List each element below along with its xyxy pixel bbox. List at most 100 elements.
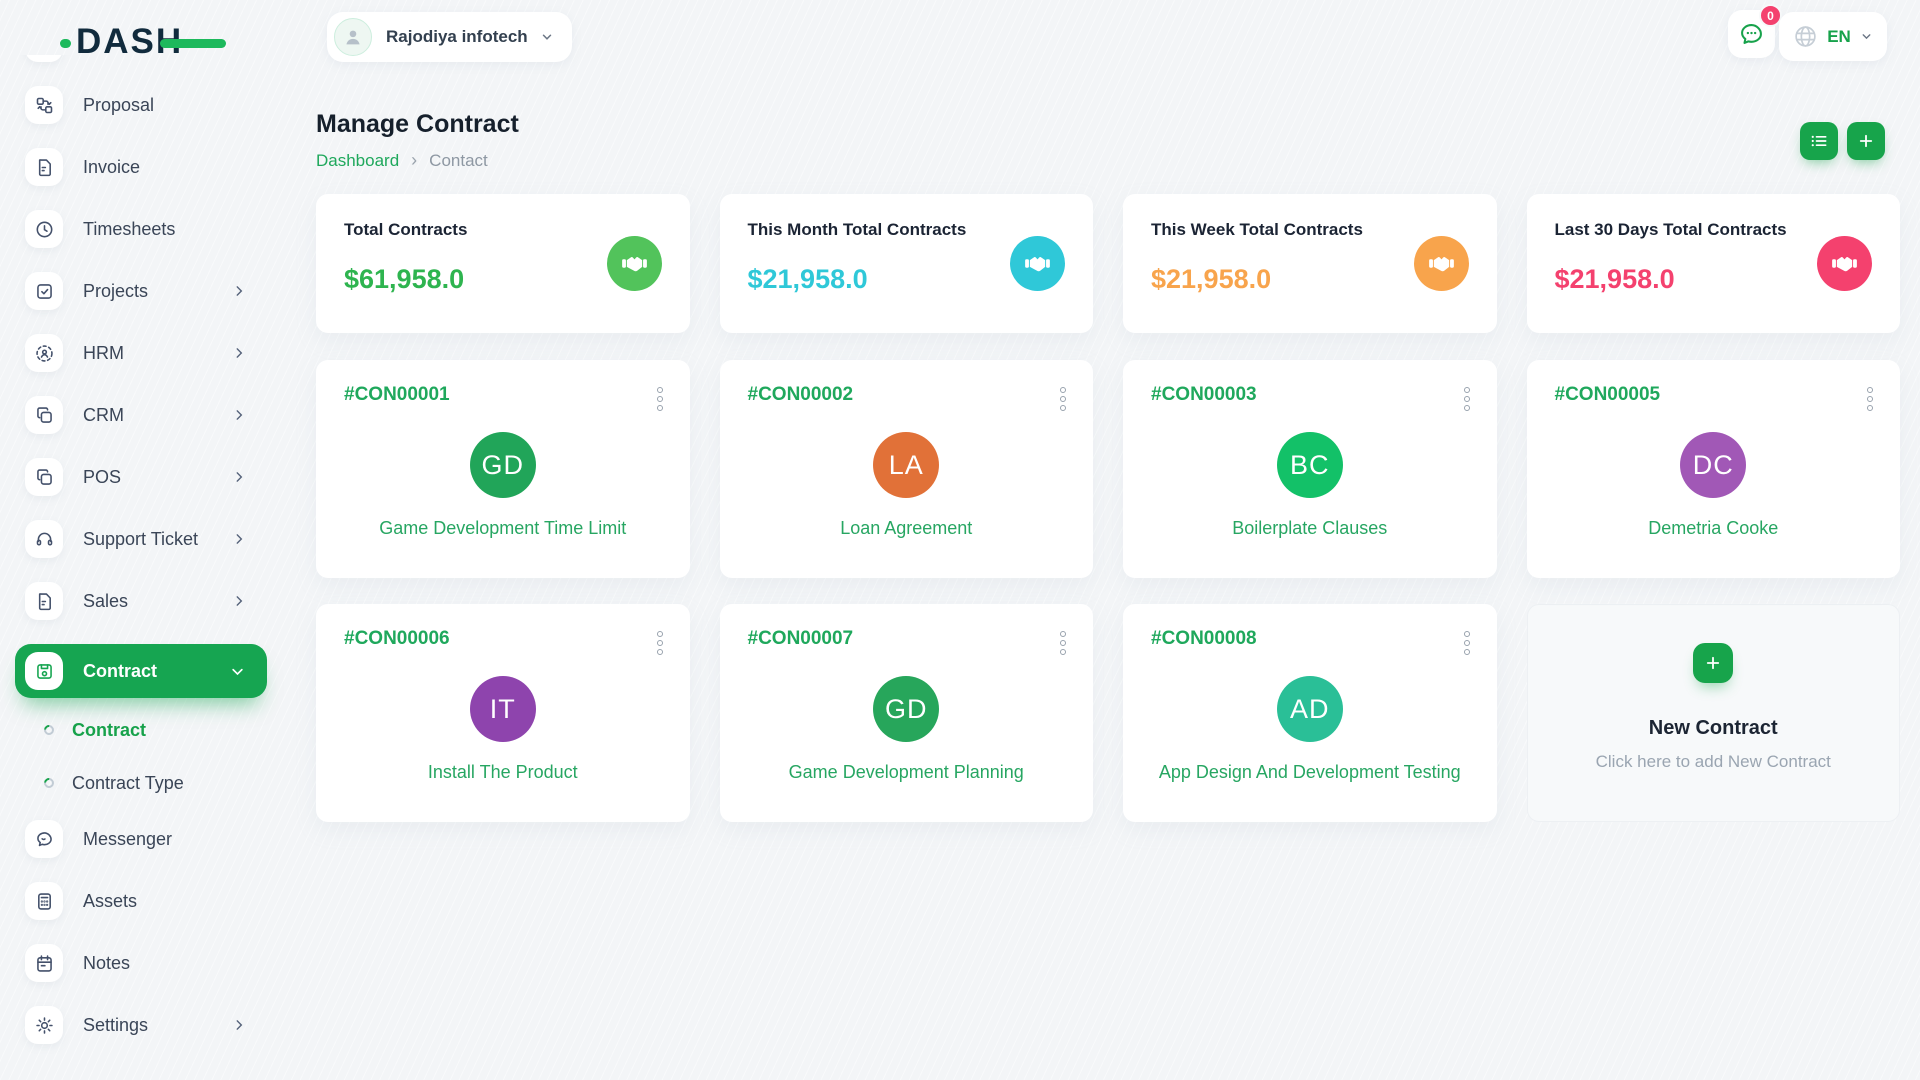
- breadcrumb-dashboard-link[interactable]: Dashboard: [316, 151, 399, 171]
- sidebar-label: POS: [83, 467, 121, 488]
- contract-title-link[interactable]: Game Development Time Limit: [316, 518, 690, 539]
- sidebar-item-settings[interactable]: Settings: [25, 1006, 284, 1044]
- sidebar-item-proposal[interactable]: Proposal: [25, 86, 284, 124]
- contract-code-link[interactable]: #CON00007: [748, 628, 854, 650]
- breadcrumb-current: Contact: [429, 151, 488, 171]
- sidebar-sublabel: Contract Type: [72, 773, 184, 794]
- kebab-menu-icon[interactable]: [1057, 384, 1069, 414]
- sidebar-label: HRM: [83, 343, 124, 364]
- user-scan-icon: [25, 334, 63, 372]
- messenger-button[interactable]: 0: [1728, 10, 1775, 58]
- new-contract-card[interactable]: New Contract Click here to add New Contr…: [1527, 604, 1901, 822]
- avatar: GD: [873, 676, 939, 742]
- handshake-icon: [1817, 236, 1872, 291]
- contract-title-link[interactable]: Boilerplate Clauses: [1123, 518, 1497, 539]
- sidebar-item-support-ticket[interactable]: Support Ticket: [25, 520, 284, 558]
- company-name: Rajodiya infotech: [386, 27, 528, 47]
- kebab-menu-icon[interactable]: [654, 628, 666, 658]
- contract-title-link[interactable]: Loan Agreement: [720, 518, 1094, 539]
- handshake-icon: [1010, 236, 1065, 291]
- avatar: LA: [873, 432, 939, 498]
- sidebar-item-sales[interactable]: Sales: [25, 582, 284, 620]
- contract-title-link[interactable]: Demetria Cooke: [1527, 518, 1901, 539]
- sidebar-item-notes[interactable]: Notes: [25, 944, 284, 982]
- kebab-menu-icon[interactable]: [1461, 384, 1473, 414]
- chevron-right-icon: [232, 470, 246, 484]
- chevron-right-icon: [232, 284, 246, 298]
- handshake-icon: [1414, 236, 1469, 291]
- contract-code-link[interactable]: #CON00002: [748, 384, 854, 406]
- sidebar-subitem-contract[interactable]: Contract: [44, 720, 284, 740]
- page-toolbar: [1800, 122, 1885, 160]
- add-contract-button[interactable]: [1847, 122, 1885, 160]
- contract-card: #CON00003 BC Boilerplate Clauses: [1123, 360, 1497, 578]
- checkbox-icon: [25, 272, 63, 310]
- kebab-menu-icon[interactable]: [1057, 628, 1069, 658]
- chevron-down-icon: [1860, 30, 1873, 43]
- contract-code-link[interactable]: #CON00006: [344, 628, 450, 650]
- sidebar-item-hrm[interactable]: HRM: [25, 334, 284, 372]
- avatar: AD: [1277, 676, 1343, 742]
- sidebar-label: Assets: [83, 891, 137, 912]
- stat-card-week: This Week Total Contracts $21,958.0: [1123, 194, 1497, 333]
- sidebar-item-assets[interactable]: Assets: [25, 882, 284, 920]
- kebab-menu-icon[interactable]: [1461, 628, 1473, 658]
- sidebar-item-messenger[interactable]: Messenger: [25, 820, 284, 858]
- stat-card-30days: Last 30 Days Total Contracts $21,958.0: [1527, 194, 1901, 333]
- language-selector[interactable]: EN: [1779, 12, 1887, 61]
- company-selector[interactable]: Rajodiya infotech: [327, 12, 572, 62]
- chevron-right-icon: [232, 1018, 246, 1032]
- plus-icon: [1857, 132, 1875, 150]
- company-avatar: [334, 18, 372, 56]
- contract-card: #CON00005 DC Demetria Cooke: [1527, 360, 1901, 578]
- contract-title-link[interactable]: Game Development Planning: [720, 762, 1094, 783]
- save-contract-icon: [25, 652, 63, 690]
- sidebar-label: Invoice: [83, 157, 140, 178]
- page-title: Manage Contract: [316, 110, 519, 139]
- sidebar-item-projects[interactable]: Projects: [25, 272, 284, 310]
- contract-code-link[interactable]: #CON00003: [1151, 384, 1257, 406]
- sidebar-label: CRM: [83, 405, 124, 426]
- plus-icon: [1693, 643, 1733, 683]
- sidebar-sublabel: Contract: [72, 720, 146, 741]
- kebab-menu-icon[interactable]: [1864, 384, 1876, 414]
- avatar: BC: [1277, 432, 1343, 498]
- contract-code-link[interactable]: #CON00001: [344, 384, 450, 406]
- sidebar-item-hidden[interactable]: [25, 55, 284, 62]
- contract-code-link[interactable]: #CON00005: [1555, 384, 1661, 406]
- sidebar-item-contract[interactable]: Contract: [15, 644, 267, 698]
- avatar: DC: [1680, 432, 1746, 498]
- contract-title-link[interactable]: App Design And Development Testing: [1123, 762, 1497, 783]
- sidebar-item-pos[interactable]: POS: [25, 458, 284, 496]
- new-contract-title: New Contract: [1649, 717, 1778, 740]
- chat-icon: [25, 820, 63, 858]
- bullet-icon: [42, 776, 56, 790]
- contract-card: #CON00001 GD Game Development Time Limit: [316, 360, 690, 578]
- handshake-icon: [607, 236, 662, 291]
- chevron-right-icon: [232, 408, 246, 422]
- headset-icon: [25, 520, 63, 558]
- list-icon: [1809, 131, 1829, 151]
- sidebar-subitem-contract-type[interactable]: Contract Type: [44, 773, 284, 793]
- sidebar-label: Support Ticket: [83, 529, 198, 550]
- contract-code-link[interactable]: #CON00008: [1151, 628, 1257, 650]
- sidebar-item-timesheets[interactable]: Timesheets: [25, 210, 284, 248]
- new-contract-subtitle: Click here to add New Contract: [1596, 752, 1831, 772]
- sidebar-item-invoice[interactable]: Invoice: [25, 148, 284, 186]
- calculator-icon: [25, 882, 63, 920]
- stat-card-total: Total Contracts $61,958.0: [316, 194, 690, 333]
- sidebar-label: Proposal: [83, 95, 154, 116]
- clock-icon: [25, 210, 63, 248]
- list-view-button[interactable]: [1800, 122, 1838, 160]
- contracts-grid: #CON00001 GD Game Development Time Limit…: [316, 360, 1900, 822]
- sidebar-label: Settings: [83, 1015, 148, 1036]
- kebab-menu-icon[interactable]: [654, 384, 666, 414]
- avatar: IT: [470, 676, 536, 742]
- contract-title-link[interactable]: Install The Product: [316, 762, 690, 783]
- stat-label: This Month Total Contracts: [748, 220, 1066, 240]
- sidebar-item-crm[interactable]: CRM: [25, 396, 284, 434]
- contract-card: #CON00002 LA Loan Agreement: [720, 360, 1094, 578]
- chevron-right-icon: [232, 346, 246, 360]
- breadcrumb: Dashboard › Contact: [316, 150, 488, 171]
- chevron-right-icon: [232, 594, 246, 608]
